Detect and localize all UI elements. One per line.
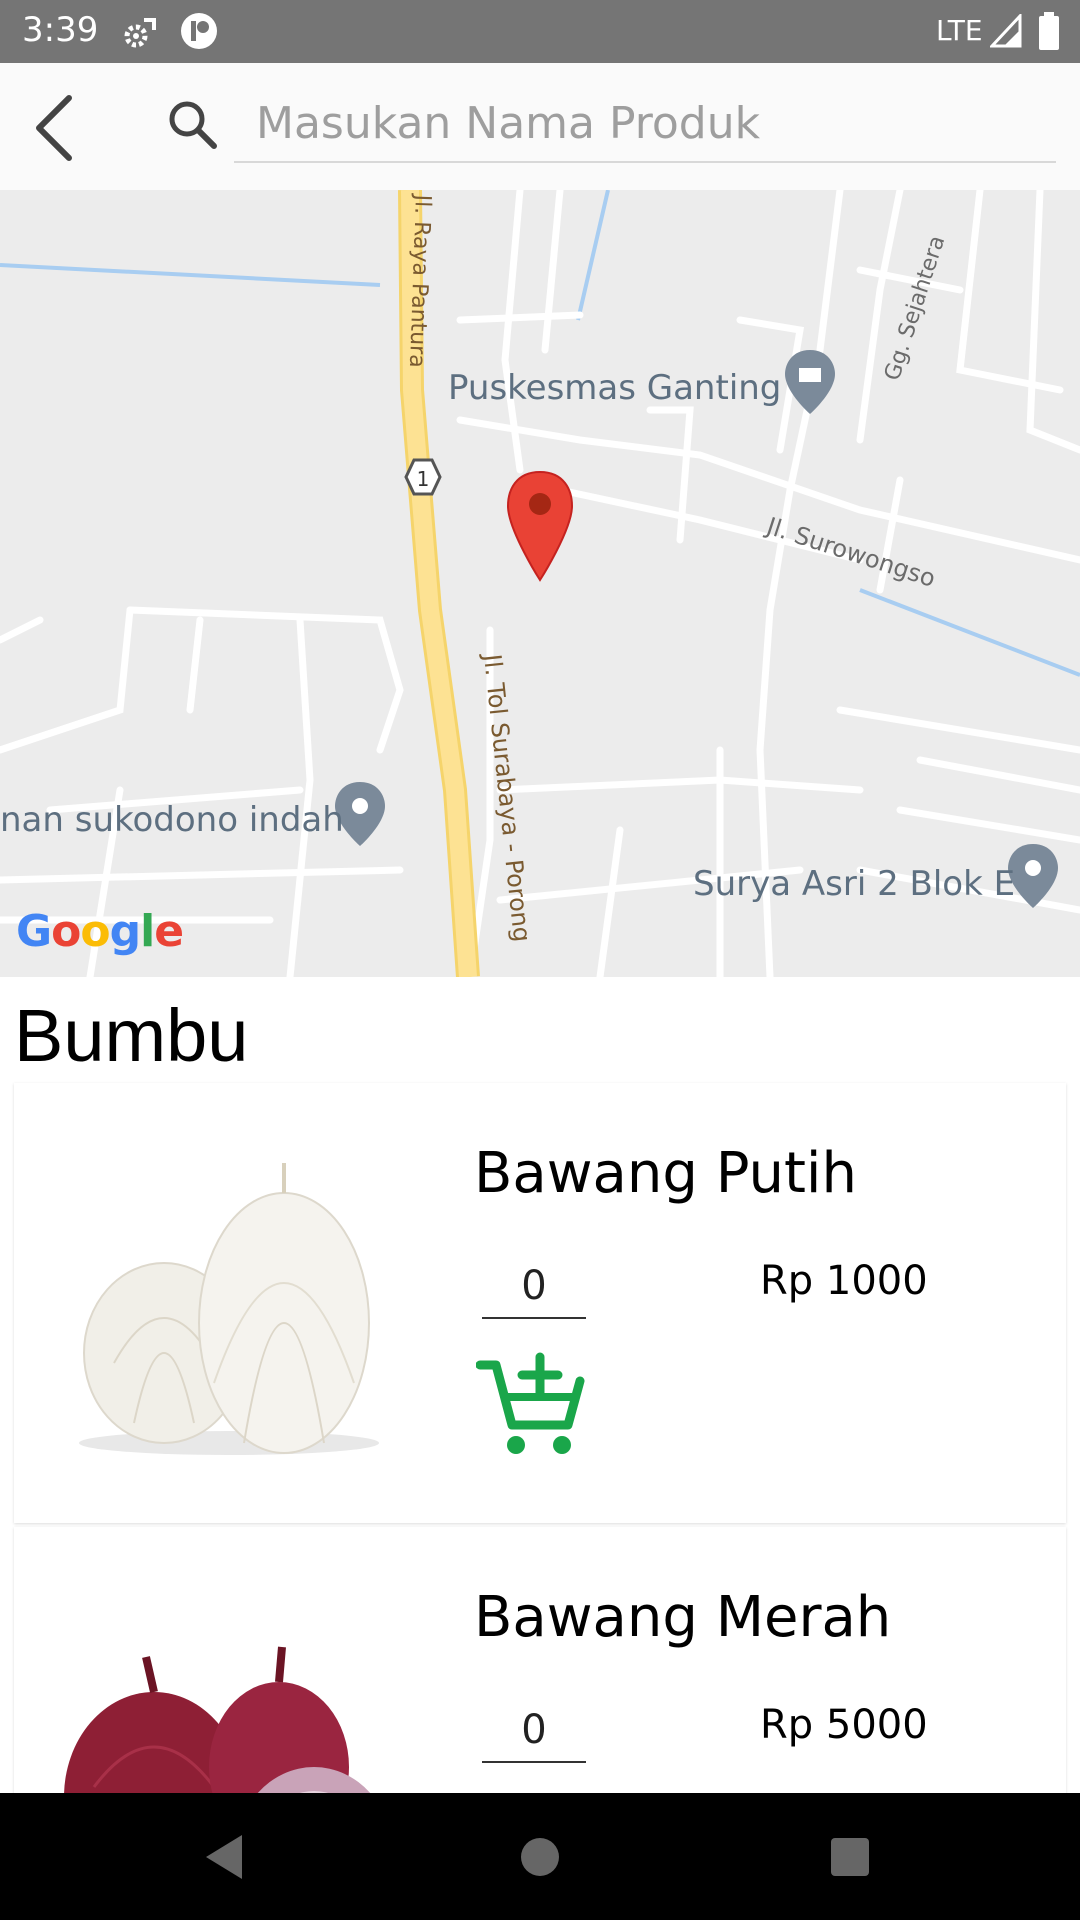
product-card[interactable]: Bawang Merah Rp 5000	[14, 1527, 1066, 1793]
category-title: Bumbu	[14, 994, 249, 1077]
place-label-surya-asri: Surya Asri 2 Blok E	[693, 864, 1016, 904]
map-view[interactable]: 1 Jl. Raya Pantura Jl. Tol Surabaya - Po…	[0, 190, 1080, 977]
quantity-input[interactable]	[482, 1699, 586, 1763]
signal-icon	[990, 14, 1022, 48]
nav-home-icon[interactable]	[505, 1825, 575, 1889]
settings-sync-icon	[124, 18, 156, 48]
place-label-sukodono: nan sukodono indah	[0, 800, 344, 840]
chevron-left-icon	[36, 95, 72, 161]
battery-icon	[1039, 12, 1059, 50]
status-bar: 3:39 LTE	[0, 0, 1080, 63]
red-onion-image	[64, 1646, 371, 1793]
quantity-input[interactable]	[482, 1255, 586, 1319]
product-card[interactable]: Bawang Putih Rp 1000	[14, 1083, 1066, 1523]
product-list: Bumbu Bawang Putih Rp 1000	[0, 977, 1080, 1793]
notification-badge-icon	[181, 13, 217, 49]
product-name: Bawang Merah	[474, 1585, 892, 1650]
route-shield: 1	[417, 467, 430, 491]
place-label-puskesmas: Puskesmas Ganting	[448, 368, 782, 408]
product-price: Rp 5000	[760, 1702, 928, 1748]
network-type: LTE	[936, 14, 983, 47]
nav-recents-icon[interactable]	[815, 1825, 885, 1889]
search-toolbar	[0, 63, 1080, 190]
nav-back-icon[interactable]	[190, 1825, 260, 1889]
search-icon	[169, 101, 217, 149]
product-name: Bawang Putih	[474, 1141, 857, 1206]
google-attribution: Google	[16, 906, 184, 957]
search-input[interactable]	[234, 85, 1056, 163]
status-time: 3:39	[22, 10, 99, 50]
system-nav-bar	[0, 1793, 1080, 1920]
back-button[interactable]	[14, 83, 94, 173]
add-to-cart-icon[interactable]	[476, 1351, 586, 1461]
product-price: Rp 1000	[760, 1258, 928, 1304]
garlic-image	[79, 1163, 379, 1455]
